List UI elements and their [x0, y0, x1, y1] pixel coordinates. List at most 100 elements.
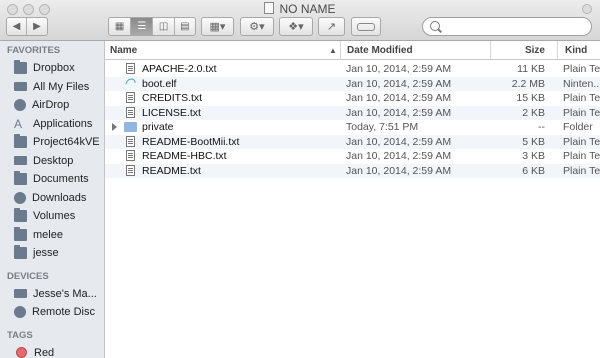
file-date: Jan 10, 2014, 2:59 AM	[346, 92, 452, 104]
column-header: Name ▲ Date Modified Size Kind	[105, 41, 600, 60]
column-header-kind[interactable]: Kind	[557, 41, 600, 59]
file-row[interactable]: CREDITS.txt Jan 10, 2014, 2:59 AM 15 KB …	[105, 91, 600, 106]
sidebar: FAVORITES Dropbox All My Files AirDrop A…	[0, 41, 105, 358]
file-row[interactable]: README-BootMii.txt Jan 10, 2014, 2:59 AM…	[105, 134, 600, 149]
back-button[interactable]: ◀	[7, 18, 28, 35]
file-size: --	[538, 121, 545, 133]
file-row[interactable]: README-HBC.txt Jan 10, 2014, 2:59 AM 3 K…	[105, 149, 600, 164]
column-header-name[interactable]: Name ▲	[110, 41, 340, 59]
sidebar-item-label: Project64kVE	[33, 136, 100, 149]
text-file-icon	[126, 135, 135, 147]
text-file-icon	[126, 106, 135, 118]
file-name: README-BootMii.txt	[142, 135, 240, 148]
back-forward-control: ◀ ▶	[6, 17, 48, 36]
chevron-right-icon: ▶	[33, 21, 41, 32]
action-button[interactable]: ⚙▾	[240, 17, 274, 36]
remote-disc-icon	[14, 306, 26, 319]
window-title: NO NAME	[0, 2, 600, 16]
disclosure-triangle-icon[interactable]	[112, 123, 117, 131]
sidebar-item-label: Desktop	[33, 154, 74, 167]
window-title-text: NO NAME	[279, 2, 336, 16]
folder-row[interactable]: private Today, 7:51 PM -- Folder	[105, 120, 600, 135]
tag-icon	[357, 22, 375, 31]
file-kind: Plain Tex	[563, 92, 600, 104]
sidebar-item-label: Applications	[33, 117, 93, 130]
file-size: 11 KB	[517, 63, 545, 75]
applications-icon: A	[14, 116, 23, 131]
sidebar-item-documents[interactable]: Documents	[0, 170, 104, 189]
sidebar-item-label: Volumes	[33, 210, 76, 223]
forward-button[interactable]: ▶	[27, 18, 47, 35]
sidebar-item-jesses-mac[interactable]: Jesse's Ma...	[0, 285, 104, 304]
sidebar-item-applications[interactable]: A Applications	[0, 115, 104, 134]
file-row[interactable]: LICENSE.txt Jan 10, 2014, 2:59 AM 2 KB P…	[105, 105, 600, 120]
file-date: Jan 10, 2014, 2:59 AM	[346, 150, 452, 162]
documents-icon	[14, 171, 27, 186]
desktop-icon	[14, 156, 27, 166]
search-input[interactable]	[443, 19, 587, 35]
sidebar-item-dropbox[interactable]: Dropbox	[0, 59, 104, 78]
sidebar-item-label: Remote Disc	[32, 306, 95, 319]
chevron-left-icon: ◀	[12, 21, 21, 32]
sidebar-tags-heading: TAGS	[7, 329, 33, 341]
file-kind: Plain Tex	[563, 164, 600, 177]
file-date: Jan 10, 2014, 2:59 AM	[346, 106, 452, 119]
file-row[interactable]: boot.elf Jan 10, 2014, 2:59 AM 2.2 MB Ni…	[105, 75, 600, 91]
gear-icon: ⚙▾	[249, 21, 265, 33]
computer-icon	[14, 289, 27, 299]
downloads-icon	[14, 191, 26, 204]
dropbox-icon	[14, 60, 27, 75]
file-row[interactable]: README.txt Jan 10, 2014, 2:59 AM 6 KB Pl…	[105, 163, 600, 178]
sidebar-item-label: Downloads	[32, 191, 87, 204]
folder-icon	[124, 122, 137, 132]
file-size: 5 KB	[522, 135, 545, 148]
file-name: boot.elf	[142, 77, 177, 90]
sidebar-item-desktop[interactable]: Desktop	[0, 152, 104, 171]
text-file-icon	[126, 63, 135, 74]
sidebar-item-all-my-files[interactable]: All My Files	[0, 78, 104, 97]
file-date: Jan 10, 2014, 2:59 AM	[346, 77, 452, 90]
file-date: Jan 10, 2014, 2:59 AM	[346, 164, 452, 177]
tag-button[interactable]	[351, 17, 381, 36]
sidebar-item-jesse[interactable]: jesse	[0, 244, 104, 263]
file-name: private	[142, 121, 174, 133]
folder-icon	[14, 134, 27, 149]
file-kind: Plain Tex	[563, 150, 600, 162]
file-name: README-HBC.txt	[142, 150, 227, 162]
file-size: 15 KB	[516, 92, 545, 104]
file-name: LICENSE.txt	[142, 106, 201, 119]
sidebar-item-airdrop[interactable]: AirDrop	[0, 96, 104, 115]
file-row[interactable]: APACHE-2.0.txt Jan 10, 2014, 2:59 AM 11 …	[105, 62, 600, 77]
column-name-label: Name	[110, 45, 138, 56]
arrange-button[interactable]: ▦▾	[201, 17, 234, 36]
dropbox-button[interactable]: ❖▾	[279, 17, 313, 36]
elf-file-icon	[123, 75, 138, 91]
sidebar-item-project64kve[interactable]: Project64kVE	[0, 133, 104, 152]
file-name: APACHE-2.0.txt	[142, 63, 217, 75]
sidebar-item-remote-disc[interactable]: Remote Disc	[0, 303, 104, 322]
sidebar-item-tag-red[interactable]: Red	[0, 344, 104, 358]
sidebar-item-downloads[interactable]: Downloads	[0, 189, 104, 208]
folder-icon	[14, 208, 27, 223]
text-file-icon	[126, 150, 135, 161]
dropbox-icon: ❖▾	[288, 21, 304, 33]
column-header-size[interactable]: Size	[490, 41, 557, 59]
sidebar-item-volumes[interactable]: Volumes	[0, 207, 104, 226]
arrange-grid-icon: ▦▾	[209, 21, 226, 33]
list-view-button[interactable]: ☰	[131, 18, 154, 35]
file-date: Jan 10, 2014, 2:59 AM	[346, 135, 452, 148]
all-files-icon	[14, 82, 27, 92]
column-header-date[interactable]: Date Modified	[340, 41, 490, 59]
sidebar-item-melee[interactable]: melee	[0, 226, 104, 245]
red-tag-icon	[16, 347, 27, 358]
file-size: 3 KB	[522, 150, 545, 162]
file-kind: Ninten...	[563, 77, 600, 90]
column-size-label: Size	[524, 45, 545, 56]
folder-icon	[14, 226, 27, 241]
cover-flow-view-button[interactable]: ▤	[175, 18, 195, 35]
column-view-button[interactable]: ◫	[153, 18, 175, 35]
share-button[interactable]: ↗	[318, 17, 345, 36]
search-field[interactable]	[422, 17, 592, 36]
icon-view-button[interactable]: ▦	[109, 18, 132, 35]
file-name: CREDITS.txt	[142, 92, 203, 104]
